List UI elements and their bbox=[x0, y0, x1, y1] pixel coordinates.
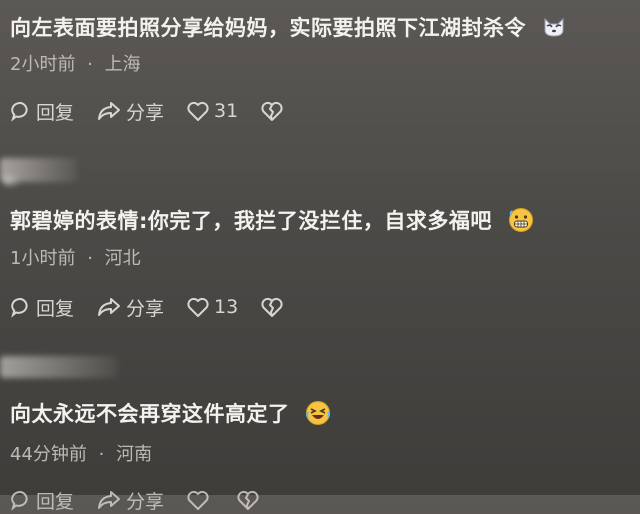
comment-time: 44分钟前 bbox=[10, 444, 87, 465]
broken-heart-icon bbox=[261, 297, 283, 317]
comment-location: 河南 bbox=[116, 444, 153, 465]
meta-separator: · bbox=[87, 248, 93, 269]
share-label: 分享 bbox=[126, 490, 165, 513]
like-button[interactable]: 13 bbox=[186, 296, 238, 318]
reply-button[interactable]: 回复 bbox=[10, 98, 74, 125]
comment-text: 向太永远不会再穿这件高定了 bbox=[10, 398, 331, 431]
dislike-button[interactable] bbox=[236, 489, 264, 511]
comment-text: 郭碧婷的表情:你完了，我拦了没拦住，自求多福吧 bbox=[10, 205, 534, 238]
comment-time: 1小时前 bbox=[10, 248, 76, 269]
like-button[interactable]: 31 bbox=[186, 100, 238, 122]
comment-location: 河北 bbox=[104, 248, 141, 269]
heart-icon bbox=[187, 101, 209, 121]
share-label: 分享 bbox=[126, 297, 165, 320]
meta-separator: · bbox=[98, 444, 105, 465]
dislike-button[interactable] bbox=[260, 100, 288, 122]
comment-meta: 1小时前 · 河北 bbox=[10, 244, 141, 270]
share-icon bbox=[98, 102, 121, 120]
reply-icon bbox=[11, 297, 28, 318]
share-button[interactable]: 分享 bbox=[96, 487, 164, 514]
username-blurred bbox=[4, 176, 20, 186]
reply-label: 回复 bbox=[36, 297, 75, 320]
like-button[interactable] bbox=[186, 489, 214, 511]
cat-face-icon bbox=[542, 16, 566, 43]
reply-icon bbox=[11, 490, 28, 511]
comment-text: 向左表面要拍照分享给妈妈，实际要拍照下江湖封杀令 bbox=[10, 12, 566, 43]
heart-icon bbox=[187, 297, 209, 317]
comment-time: 2小时前 bbox=[10, 54, 76, 75]
reply-label: 回复 bbox=[36, 490, 75, 513]
username-blurred bbox=[0, 356, 118, 378]
comment-body: 向太永远不会再穿这件高定了 bbox=[10, 402, 290, 426]
rolling-laughing-face-icon bbox=[305, 400, 331, 431]
share-icon bbox=[98, 298, 121, 316]
comment-body: 郭碧婷的表情:你完了，我拦了没拦住，自求多福吧 bbox=[10, 209, 492, 233]
reply-label: 回复 bbox=[36, 101, 75, 124]
comment-body: 向左表面要拍照分享给妈妈，实际要拍照下江湖封杀令 bbox=[10, 16, 526, 40]
share-icon bbox=[98, 491, 121, 509]
comment-actions: 回复 分享 13 bbox=[10, 293, 310, 321]
comment-meta: 2小时前 · 上海 bbox=[10, 50, 141, 76]
comment-actions: 回复 分享 31 bbox=[10, 97, 310, 125]
reply-button[interactable]: 回复 bbox=[10, 294, 74, 321]
broken-heart-icon bbox=[261, 101, 283, 121]
reply-button[interactable]: 回复 bbox=[10, 487, 74, 514]
share-label: 分享 bbox=[126, 101, 165, 124]
like-count: 13 bbox=[214, 296, 239, 318]
grimacing-face-icon bbox=[508, 207, 534, 238]
share-button[interactable]: 分享 bbox=[96, 294, 164, 321]
meta-separator: · bbox=[87, 54, 93, 75]
dislike-button[interactable] bbox=[260, 296, 288, 318]
comment-actions: 回复 分享 bbox=[10, 486, 286, 514]
heart-icon bbox=[187, 490, 209, 510]
reply-icon bbox=[11, 101, 28, 122]
share-button[interactable]: 分享 bbox=[96, 98, 164, 125]
broken-heart-icon bbox=[237, 490, 259, 510]
comment-location: 上海 bbox=[104, 54, 141, 75]
like-count: 31 bbox=[214, 100, 239, 122]
comment-meta: 44分钟前 · 河南 bbox=[10, 440, 152, 466]
